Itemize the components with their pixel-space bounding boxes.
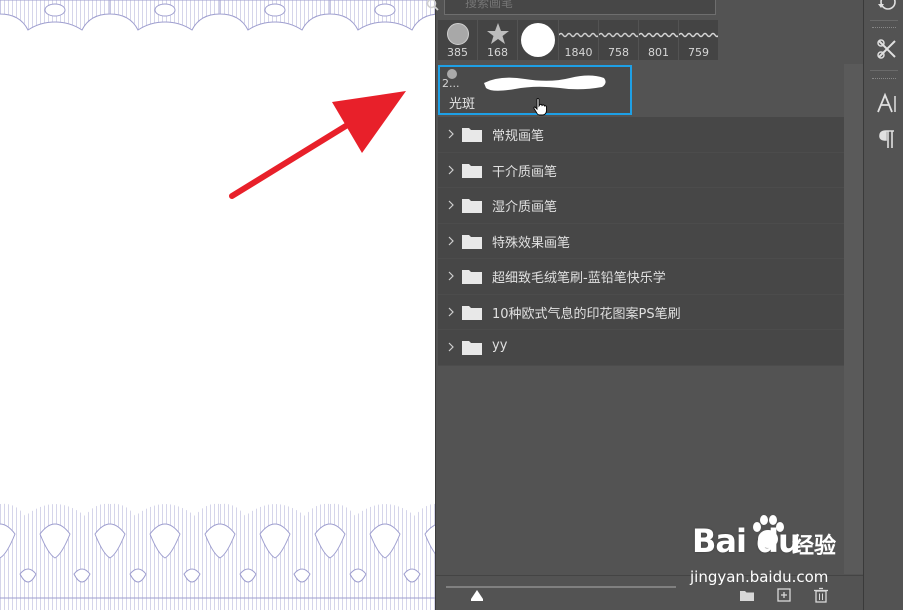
recent-brush-presets: 385 168 1840 758 801 759 bbox=[438, 20, 718, 60]
selected-brush-preset[interactable]: 2... 光斑 bbox=[438, 65, 632, 116]
preset-brush-pattern-758[interactable]: 758 bbox=[599, 20, 638, 60]
brush-group[interactable]: 超细致毛绒笔刷-蓝铅笔快乐学 bbox=[438, 259, 844, 295]
brush-group-label: 10种欧式气息的印花图案PS笔刷 bbox=[492, 306, 681, 322]
selected-brush-name: 光斑 bbox=[449, 97, 476, 112]
chevron-right-icon[interactable] bbox=[447, 235, 455, 247]
preset-size: 758 bbox=[608, 46, 629, 59]
folder-icon bbox=[462, 305, 482, 320]
slider-thumb-icon[interactable] bbox=[470, 589, 484, 602]
hard-round-brush-icon bbox=[446, 23, 469, 45]
pattern-brush-icon bbox=[679, 32, 718, 38]
chevron-right-icon[interactable] bbox=[447, 341, 455, 353]
baidu-jingyan-watermark: Bai du 经验 jingyan.baidu.com bbox=[688, 512, 858, 602]
brush-group[interactable]: 特殊效果画笔 bbox=[438, 223, 844, 259]
preset-brush-pattern-759[interactable]: 759 bbox=[679, 20, 718, 60]
chevron-right-icon[interactable] bbox=[447, 128, 455, 140]
brush-group[interactable]: 干介质画笔 bbox=[438, 152, 844, 188]
brush-group-label: 湿介质画笔 bbox=[492, 200, 558, 215]
brush-group[interactable]: 湿介质画笔 bbox=[438, 188, 844, 224]
folder-icon bbox=[462, 128, 482, 142]
document-canvas[interactable] bbox=[0, 0, 436, 610]
baidu-paw-icon bbox=[753, 515, 784, 548]
preset-size: 801 bbox=[648, 46, 669, 59]
toolbar-divider bbox=[870, 20, 898, 21]
brush-group-label: 特殊效果画笔 bbox=[492, 235, 571, 251]
pattern-brush-icon bbox=[559, 32, 598, 38]
history-icon[interactable] bbox=[876, 0, 898, 14]
brush-group-label: 干介质画笔 bbox=[492, 164, 558, 180]
preview-size-slider[interactable] bbox=[446, 586, 676, 588]
chevron-right-icon[interactable] bbox=[447, 306, 455, 318]
watermark-url: jingyan.baidu.com bbox=[690, 568, 829, 586]
top-decorative-border bbox=[0, 0, 436, 34]
preset-brush-soft-round[interactable] bbox=[518, 20, 558, 60]
folder-icon bbox=[462, 163, 482, 178]
pattern-brush-icon bbox=[599, 32, 638, 38]
folder-icon bbox=[462, 270, 482, 284]
folder-icon bbox=[462, 234, 482, 249]
brush-search-box[interactable] bbox=[426, 0, 716, 15]
paragraph-panel-icon[interactable] bbox=[876, 128, 898, 150]
search-icon bbox=[426, 0, 439, 11]
star-brush-icon bbox=[486, 23, 509, 44]
brush-group[interactable]: 10种欧式气息的印花图案PS笔刷 bbox=[438, 294, 844, 330]
brush-group[interactable]: yy bbox=[438, 330, 844, 366]
preset-size: 385 bbox=[447, 46, 468, 59]
chevron-right-icon[interactable] bbox=[447, 164, 455, 176]
preset-brush-pattern-1840[interactable]: 1840 bbox=[559, 20, 598, 60]
preset-brush-pattern-801[interactable]: 801 bbox=[639, 20, 678, 60]
panel-grip[interactable] bbox=[872, 78, 896, 80]
toolbar-divider bbox=[870, 70, 898, 71]
chevron-right-icon[interactable] bbox=[447, 199, 455, 211]
bottom-decorative-border bbox=[0, 494, 436, 610]
preset-size: 759 bbox=[688, 46, 709, 59]
preset-size: 168 bbox=[487, 46, 508, 59]
folder-icon bbox=[462, 341, 482, 355]
hand-cursor-icon bbox=[533, 98, 547, 116]
search-input[interactable] bbox=[465, 0, 710, 12]
preset-size: 1840 bbox=[564, 46, 593, 59]
brush-group-list: 常规画笔 干介质画笔 湿介质画笔 特殊效果画笔 超细致毛绒笔刷-蓝铅笔快乐学 1… bbox=[438, 117, 844, 366]
brush-group[interactable]: 常规画笔 bbox=[438, 117, 844, 153]
panel-grip[interactable] bbox=[872, 27, 896, 29]
selected-brush-size: 2... bbox=[442, 77, 460, 90]
panel-scrollbar[interactable] bbox=[844, 64, 864, 574]
brush-group-label: yy bbox=[492, 338, 508, 353]
right-panel-toolbar bbox=[863, 0, 903, 610]
folder-icon bbox=[462, 199, 482, 213]
brush-group-label: 常规画笔 bbox=[492, 129, 545, 144]
character-panel-icon[interactable] bbox=[876, 92, 898, 114]
soft-round-brush-icon bbox=[521, 23, 555, 57]
chevron-right-icon[interactable] bbox=[447, 270, 455, 282]
preset-brush-star[interactable]: 168 bbox=[478, 20, 517, 60]
brush-settings-icon[interactable] bbox=[876, 38, 898, 60]
pattern-brush-icon bbox=[639, 32, 678, 38]
watermark-cn: 经验 bbox=[792, 534, 837, 559]
brush-group-label: 超细致毛绒笔刷-蓝铅笔快乐学 bbox=[492, 271, 666, 286]
brush-stroke-preview bbox=[484, 75, 606, 91]
preset-brush-hard-round[interactable]: 385 bbox=[438, 20, 477, 60]
